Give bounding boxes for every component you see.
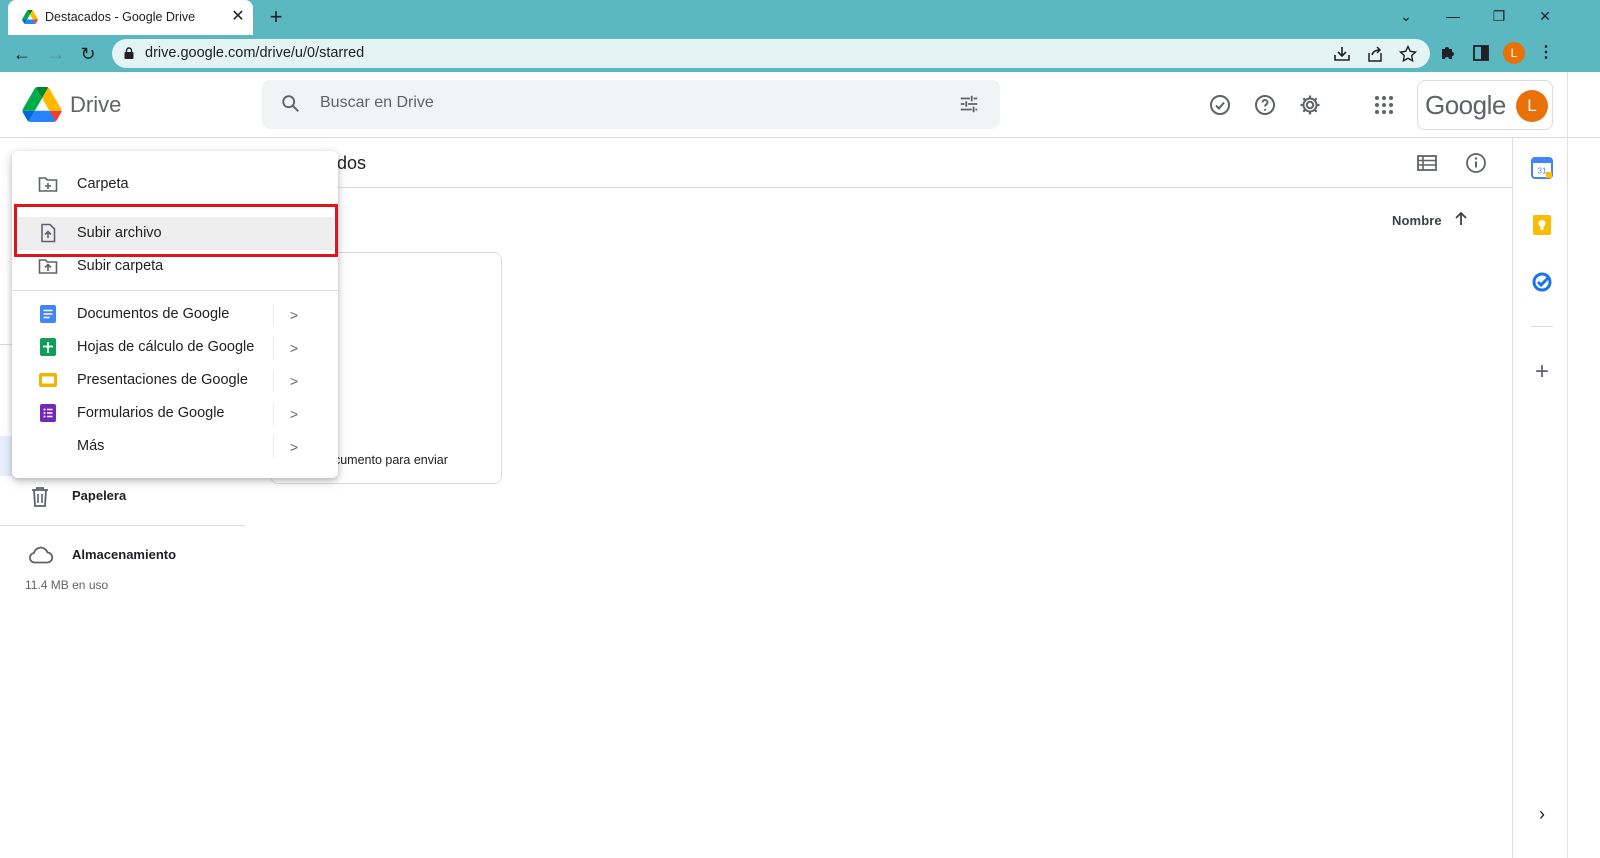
- search-bar[interactable]: Buscar en Drive: [262, 80, 1000, 129]
- search-options-sliders-icon[interactable]: [958, 93, 980, 115]
- submenu-separator: [273, 337, 274, 359]
- browser-toolbar: ← → ↻ drive.google.com/drive/u/0/starred…: [0, 35, 1600, 72]
- storage-usage-text: 11.4 MB en uso: [25, 578, 109, 592]
- address-bar[interactable]: drive.google.com/drive/u/0/starred: [112, 39, 1430, 68]
- menu-item-label: Más: [77, 438, 105, 454]
- menu-item-label: Formularios de Google: [77, 405, 225, 421]
- minimize-icon[interactable]: —: [1440, 4, 1466, 28]
- google-wordmark: Google: [1425, 90, 1506, 120]
- search-icon[interactable]: [280, 93, 302, 115]
- hide-side-panel-chevron-icon[interactable]: ›: [1533, 805, 1551, 823]
- lock-icon: [124, 47, 134, 59]
- google-tasks-icon[interactable]: [1531, 271, 1553, 293]
- google-account-button[interactable]: Google L: [1417, 80, 1553, 130]
- menu-item-google-slides[interactable]: Presentaciones de Google >: [12, 364, 338, 397]
- annotation-highlight-box: [14, 204, 338, 257]
- sidebar-item-storage[interactable]: Almacenamiento: [0, 540, 245, 570]
- ready-for-offline-check-icon[interactable]: [1208, 93, 1232, 117]
- chrome-menu-kebab-icon[interactable]: ⋮: [1538, 41, 1554, 65]
- content-divider: [268, 187, 1512, 188]
- menu-item-new-folder[interactable]: Carpeta: [12, 168, 338, 201]
- chevron-right-icon: >: [289, 439, 299, 455]
- settings-gear-icon[interactable]: [1298, 93, 1322, 117]
- menu-item-label: Documentos de Google: [77, 306, 230, 322]
- back-arrow-icon[interactable]: ←: [9, 41, 35, 67]
- bookmark-star-icon[interactable]: [1398, 44, 1418, 64]
- get-add-ons-plus-icon[interactable]: +: [1530, 360, 1554, 384]
- cloud-icon: [29, 546, 53, 564]
- google-apps-grid-icon[interactable]: [1372, 93, 1396, 117]
- scrollbar-track[interactable]: [1567, 72, 1568, 858]
- side-panel-icon[interactable]: [1471, 43, 1491, 63]
- side-panel: 31 + ›: [1512, 138, 1600, 858]
- upload-folder-icon: [38, 259, 58, 274]
- new-folder-icon: [38, 177, 58, 192]
- menu-item-label: Subir carpeta: [77, 258, 164, 274]
- browser-tab-strip: Destacados - Google Drive ✕ + ⌄ — ❐ ✕: [0, 0, 1600, 35]
- sidebar-item-label: Papelera: [72, 488, 127, 503]
- sidebar-item-trash[interactable]: Papelera: [0, 480, 245, 512]
- google-docs-icon: [40, 305, 56, 323]
- close-window-icon[interactable]: ✕: [1532, 4, 1558, 28]
- submenu-separator: [273, 403, 274, 425]
- nav-active-item-highlight[interactable]: [0, 436, 12, 476]
- chevron-right-icon: >: [289, 307, 299, 323]
- calendar-day-number: 31: [1538, 167, 1547, 176]
- google-drive-logo-icon[interactable]: [22, 87, 62, 122]
- info-icon[interactable]: [1464, 151, 1488, 175]
- close-tab-icon[interactable]: ✕: [230, 8, 246, 26]
- reload-icon[interactable]: ↻: [75, 41, 101, 67]
- chevron-right-icon: >: [289, 406, 299, 422]
- submenu-separator: [273, 370, 274, 392]
- url-text[interactable]: drive.google.com/drive/u/0/starred: [145, 45, 364, 61]
- menu-item-label: Hojas de cálculo de Google: [77, 339, 255, 355]
- menu-item-label: Presentaciones de Google: [77, 372, 248, 388]
- sort-ascending-arrow-icon[interactable]: [1452, 210, 1470, 228]
- help-icon[interactable]: [1253, 93, 1277, 117]
- sidebar-item-label: Almacenamiento: [72, 547, 177, 562]
- submenu-separator: [273, 436, 274, 458]
- search-input[interactable]: Buscar en Drive: [320, 94, 434, 112]
- side-panel-divider: [1531, 326, 1553, 327]
- page-title: dos: [337, 153, 367, 173]
- tab-search-chevron-icon[interactable]: ⌄: [1393, 4, 1419, 28]
- forward-arrow-icon[interactable]: →: [43, 41, 69, 67]
- restore-window-icon[interactable]: ❐: [1486, 4, 1512, 28]
- google-keep-icon[interactable]: [1531, 214, 1553, 236]
- tab-title: Destacados - Google Drive: [45, 10, 196, 24]
- extensions-puzzle-icon[interactable]: [1438, 43, 1458, 63]
- chevron-right-icon: >: [289, 340, 299, 356]
- drive-header: Drive Buscar en Drive Google L: [0, 72, 1600, 138]
- install-app-icon[interactable]: [1332, 44, 1352, 64]
- menu-item-google-sheets[interactable]: Hojas de cálculo de Google >: [12, 331, 338, 364]
- menu-item-more[interactable]: Más >: [12, 430, 338, 463]
- trash-icon: [32, 487, 48, 507]
- browser-tab[interactable]: Destacados - Google Drive ✕: [8, 0, 253, 35]
- nav-divider: [0, 525, 245, 526]
- new-tab-plus-icon[interactable]: +: [264, 5, 288, 29]
- app-title[interactable]: Drive: [70, 92, 121, 118]
- google-sheets-icon: [40, 338, 56, 356]
- menu-item-google-forms[interactable]: Formularios de Google >: [12, 397, 338, 430]
- browser-profile-avatar[interactable]: L: [1503, 42, 1525, 64]
- list-view-icon[interactable]: [1416, 152, 1438, 174]
- submenu-separator: [273, 304, 274, 326]
- google-forms-icon: [40, 404, 56, 422]
- sort-by-name-label[interactable]: Nombre: [1392, 213, 1442, 228]
- new-item-menu: Carpeta Subir archivo Subir carpeta Docu…: [12, 151, 338, 478]
- google-slides-icon: [39, 373, 57, 387]
- avatar[interactable]: L: [1516, 90, 1548, 122]
- file-name: ocumento para enviar: [327, 453, 448, 467]
- google-drive-favicon-icon: [22, 10, 38, 24]
- menu-divider: [12, 290, 338, 291]
- share-icon[interactable]: [1365, 44, 1385, 64]
- chevron-right-icon: >: [289, 373, 299, 389]
- google-calendar-icon[interactable]: 31: [1531, 157, 1553, 179]
- nav-divider: [0, 344, 12, 345]
- menu-item-label: Carpeta: [77, 176, 129, 192]
- menu-item-google-docs[interactable]: Documentos de Google >: [12, 298, 338, 331]
